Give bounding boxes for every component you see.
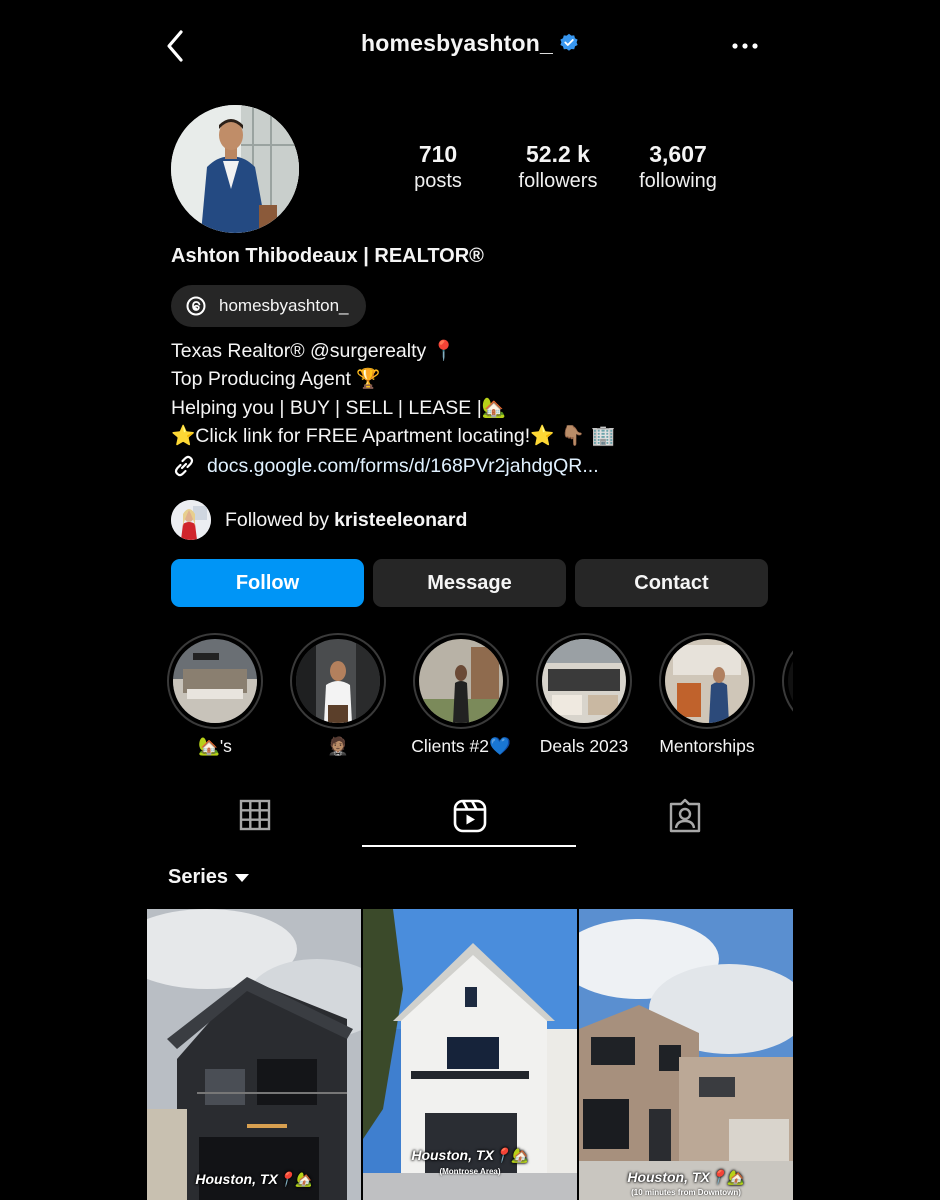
contact-button[interactable]: Contact xyxy=(575,559,768,607)
display-name: Ashton Thibodeaux | REALTOR® xyxy=(171,245,484,267)
message-button[interactable]: Message xyxy=(373,559,566,607)
highlight-deals-2023[interactable]: Deals 2023 xyxy=(529,633,639,757)
stat-following[interactable]: 3,607 following xyxy=(613,140,743,194)
more-options-button[interactable] xyxy=(731,32,759,60)
profile-avatar[interactable] xyxy=(171,105,299,233)
bio-line-4: ⭐Click link for FREE Apartment locating!… xyxy=(171,422,615,450)
bio-line-3: Helping you | BUY | SELL | LEASE |🏡 xyxy=(171,394,615,422)
threads-badge[interactable]: homesbyashton_ xyxy=(171,285,367,327)
bio-text: Helping you | BUY | SELL | LEASE | xyxy=(171,396,482,419)
reels-grid: Houston, TX📍🏡 Houston, TX📍🏡 (Montrose Ar… xyxy=(147,909,793,1200)
username: homesbyashton_ xyxy=(361,30,553,56)
tagged-icon xyxy=(669,798,700,833)
highlight-label: Clients #2💙 xyxy=(411,736,511,756)
reel-caption: Houston, TX📍🏡 xyxy=(411,1147,529,1163)
reels-icon xyxy=(453,799,486,833)
profile-stats: 710 posts 52.2 k followers 3,607 followi… xyxy=(380,140,760,200)
active-tab-indicator xyxy=(362,845,576,847)
highlight-ring xyxy=(413,633,509,729)
highlight-cover xyxy=(665,639,749,723)
highlight-partial[interactable]: Cl xyxy=(775,633,793,757)
highlight-ring xyxy=(536,633,632,729)
reel-subcaption: (10 minutes from Downtown) xyxy=(631,1188,741,1197)
emoji-group: ⭐ 👇🏽 🏢 xyxy=(530,423,616,447)
pin-emoji: 📍 xyxy=(431,339,456,362)
reel-subcaption: (Montrose Area) xyxy=(439,1167,501,1176)
threads-handle: homesbyashton_ xyxy=(219,296,349,315)
followed-by-user[interactable]: kristeeleonard xyxy=(334,509,467,532)
posts-count: 710 xyxy=(418,141,458,167)
highlight-mentorships[interactable]: Mentorships xyxy=(652,633,762,757)
bio-line-2: Top Producing Agent 🏆 xyxy=(171,365,615,393)
highlight-cover xyxy=(296,639,380,723)
bio-text: Click link for FREE Apartment locating! xyxy=(195,424,531,447)
tab-reels[interactable] xyxy=(362,790,577,848)
highlight-label: 🤵🏽 xyxy=(327,736,349,756)
highlight-man[interactable]: 🤵🏽 xyxy=(283,633,393,757)
more-horizontal-icon xyxy=(732,43,758,49)
story-highlights: 🏡's 🤵🏽 Clients #2💙 Deals 2023 Mentorship… xyxy=(147,633,793,763)
threads-icon xyxy=(186,296,206,316)
highlight-ring xyxy=(290,633,386,729)
highlight-clients-2[interactable]: Clients #2💙 xyxy=(406,633,516,757)
profile-tabs xyxy=(147,790,793,848)
bio-text: Texas Realtor® @surgerealty xyxy=(171,340,432,362)
following-count: 3,607 xyxy=(649,141,707,167)
highlight-label: Cl xyxy=(775,736,793,757)
link-text: docs.google.com/forms/d/168PVr2jahdgQR..… xyxy=(207,454,599,477)
highlight-ring xyxy=(782,633,793,729)
posts-label: posts xyxy=(414,170,462,192)
bio-link[interactable]: docs.google.com/forms/d/168PVr2jahdgQR..… xyxy=(171,453,599,479)
stat-followers[interactable]: 52.2 k followers xyxy=(493,140,623,194)
highlight-cover xyxy=(542,639,626,723)
tab-tagged[interactable] xyxy=(577,790,792,848)
highlight-cover xyxy=(419,639,503,723)
highlight-label: Deals 2023 xyxy=(539,736,629,756)
following-label: following xyxy=(639,170,717,192)
series-dropdown[interactable]: Series xyxy=(168,866,250,889)
highlight-ring xyxy=(659,633,755,729)
bio-text: Top Producing Agent xyxy=(171,368,357,391)
star-emoji: ⭐ xyxy=(171,423,196,447)
bio-line-1: Texas Realtor® @surgerealty 📍 xyxy=(171,337,615,365)
followed-by-prefix: Followed by xyxy=(225,508,330,531)
follower-photo xyxy=(171,500,211,540)
stat-posts[interactable]: 710 posts xyxy=(373,140,503,194)
link-icon xyxy=(174,455,194,477)
tab-grid[interactable] xyxy=(147,790,362,848)
highlight-homes[interactable]: 🏡's xyxy=(160,633,270,757)
highlight-cover xyxy=(173,639,257,723)
followers-label: followers xyxy=(518,170,598,192)
reel-thumbnail[interactable]: Houston, TX📍🏡 (10 minutes from Downtown) xyxy=(579,909,793,1200)
top-bar: homesbyashton_ xyxy=(147,0,793,92)
follower-avatar xyxy=(171,500,211,540)
verified-badge-icon xyxy=(560,33,578,51)
followers-count: 52.2 k xyxy=(526,141,590,167)
series-label: Series xyxy=(168,866,229,888)
reel-caption: Houston, TX📍🏡 xyxy=(195,1171,313,1187)
highlight-label: Mentorships xyxy=(659,736,755,756)
reel-thumbnail[interactable]: Houston, TX📍🏡 (Montrose Area) xyxy=(363,909,577,1200)
grid-icon xyxy=(239,799,270,831)
followed-by[interactable]: Followed by kristeeleonard xyxy=(171,500,467,540)
username-header: homesbyashton_ xyxy=(147,30,793,57)
reel-caption: Houston, TX📍🏡 xyxy=(627,1169,745,1185)
reel-image xyxy=(579,909,793,1200)
bio: Texas Realtor® @surgerealty 📍 Top Produc… xyxy=(171,337,615,450)
highlight-cover xyxy=(788,639,793,723)
highlight-ring xyxy=(167,633,263,729)
caret-down-icon xyxy=(235,873,250,882)
follow-button[interactable]: Follow xyxy=(171,559,364,607)
house-emoji: 🏡 xyxy=(481,395,507,419)
reel-image xyxy=(147,909,361,1200)
trophy-emoji: 🏆 xyxy=(356,367,381,391)
reel-thumbnail[interactable]: Houston, TX📍🏡 xyxy=(147,909,361,1200)
avatar-photo xyxy=(171,105,299,233)
highlight-label: 🏡's xyxy=(198,736,232,756)
